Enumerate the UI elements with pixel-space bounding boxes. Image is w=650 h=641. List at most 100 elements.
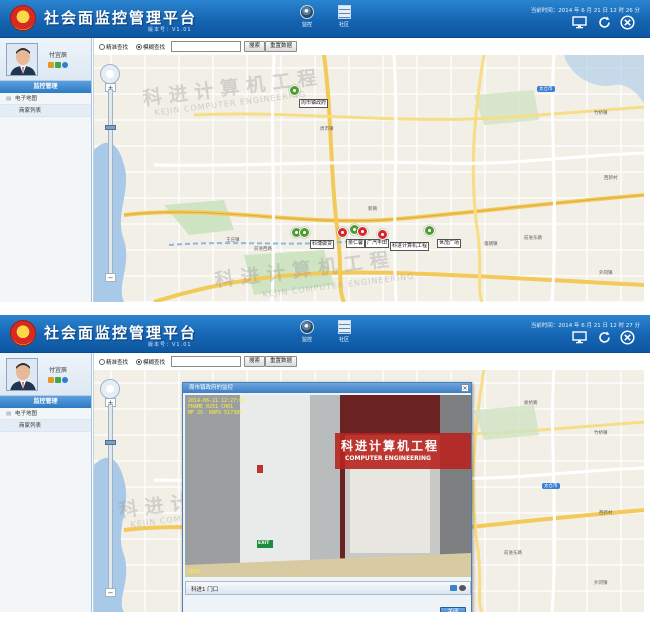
search-button[interactable]: 搜索 — [244, 41, 266, 52]
map-canvas[interactable]: 科进计算机工程 KEJIN COMPUTER ENGINEERING 科进计算机… — [94, 55, 644, 302]
lock-icon[interactable] — [48, 377, 54, 383]
record-icon[interactable] — [459, 585, 466, 591]
bullet-icon: · — [10, 423, 12, 429]
sidebar-item-label: 商家列表 — [19, 423, 42, 429]
reset-data-button[interactable]: 重置数据 — [265, 356, 298, 367]
zoom-slider[interactable] — [108, 89, 113, 274]
radio-button[interactable] — [99, 359, 105, 365]
radio-button[interactable] — [99, 44, 105, 50]
app-title: 社会面监控管理平台 — [44, 9, 198, 27]
main-content: 精准查找 模糊查找 搜索 重置数据 — [93, 38, 644, 302]
zoom-slider-handle[interactable] — [105, 440, 116, 445]
app-title: 社会面监控管理平台 — [44, 324, 198, 342]
dialog-close-icon[interactable]: × — [461, 384, 469, 392]
map-item-icon: ▤ — [6, 411, 12, 417]
zoom-out-button[interactable]: − — [105, 273, 116, 282]
nav-monitor-label: 监控 — [301, 22, 312, 28]
radio-precise-label: 精准查找 — [106, 360, 129, 366]
sidebar-item-map[interactable]: ▤ 电子地图 — [0, 408, 91, 420]
camera-pin[interactable] — [299, 227, 310, 238]
video-stream[interactable]: 2014-06-21 12:27:02 FRAME 0251 CH01 MF 2… — [185, 395, 471, 577]
sidebar-item-merchant-list[interactable]: · 商家列表 — [0, 420, 91, 432]
user-icon[interactable] — [62, 62, 68, 68]
map-canvas[interactable]: 科进计算机工程 KEJIN COMPUTER ENGINEERING 太仓市 板… — [94, 370, 644, 612]
lock-icon[interactable] — [48, 62, 54, 68]
current-time: 当前时间：2014 年 6 月 21 日 12 时 27 分 — [530, 323, 640, 329]
camera-pin-label[interactable]: 科博做货 — [310, 240, 335, 249]
video-sign-cn: 科进计算机工程 — [341, 439, 440, 453]
camera-pin[interactable] — [424, 225, 435, 236]
snapshot-icon[interactable] — [450, 585, 457, 591]
radio-fuzzy[interactable]: 模糊查找 — [136, 358, 165, 366]
nav-monitor-label: 监控 — [301, 337, 312, 343]
user-panel: 付宜辰 — [0, 38, 91, 81]
reset-data-button[interactable]: 重置数据 — [265, 41, 298, 52]
current-time: 当前时间：2014 年 6 月 21 日 12 时 26 分 — [530, 8, 640, 14]
nav-monitor-button[interactable]: 监控 — [293, 5, 321, 35]
close-icon[interactable] — [620, 15, 635, 30]
user-panel: 付宜辰 — [0, 353, 91, 396]
map-label: 前进东路 — [504, 551, 522, 556]
map-label: 王庄镇 — [226, 238, 240, 243]
camera-pin-label[interactable]: 科进计算机工程 — [390, 242, 430, 251]
edit-icon[interactable] — [55, 62, 61, 68]
exit-sign: EXIT — [258, 541, 270, 546]
nav-community-button[interactable]: 社区 — [330, 320, 358, 350]
map-pan-control[interactable] — [100, 379, 120, 399]
search-input[interactable] — [171, 356, 241, 367]
radio-button-selected[interactable] — [136, 44, 142, 50]
radio-button-selected[interactable] — [136, 359, 142, 365]
monitor-screen-icon[interactable] — [572, 330, 587, 345]
refresh-icon[interactable] — [597, 330, 612, 345]
zoom-slider-handle[interactable] — [105, 125, 116, 130]
metro-label: 太仓市 — [537, 86, 555, 92]
bullet-icon: · — [10, 108, 12, 114]
search-button[interactable]: 搜索 — [244, 356, 266, 367]
camera-icon — [300, 320, 314, 334]
zoom-out-button[interactable]: − — [105, 588, 116, 597]
camera-pin[interactable] — [357, 226, 368, 237]
radio-fuzzy[interactable]: 模糊查找 — [136, 43, 165, 51]
map-label: 西新村 — [604, 176, 618, 181]
camera-pin[interactable] — [377, 229, 388, 240]
main-content: 精准查找 模糊查找 搜索 重置数据 — [93, 353, 644, 612]
nav-community-label: 社区 — [338, 337, 349, 343]
nav-community-button[interactable]: 社区 — [330, 5, 358, 35]
video-sign-en: COMPUTER ENGINEERING — [345, 455, 431, 462]
monitor-screen-icon[interactable] — [572, 15, 587, 30]
avatar — [6, 358, 38, 391]
map-label: 竹桥镇 — [594, 431, 608, 436]
camera-pin-label[interactable]: 广汽丰田 — [365, 239, 390, 248]
camera-pin-label[interactable]: 世茂广场 — [437, 239, 462, 248]
close-icon[interactable] — [620, 330, 635, 345]
radio-fuzzy-label: 模糊查找 — [143, 45, 166, 51]
map-label: 前进东路 — [524, 236, 542, 241]
dialog-title-bar[interactable]: 周市镇政府的监控 × — [183, 383, 471, 393]
nav-monitor-button[interactable]: 监控 — [293, 320, 321, 350]
app-header: 社会面监控管理平台 版本号：V1.01 监控 社区 当前时间：2014 年 6 … — [0, 315, 650, 353]
search-input[interactable] — [171, 41, 241, 52]
sidebar-item-merchant-list[interactable]: · 商家列表 — [0, 105, 91, 117]
map-pan-control[interactable] — [100, 64, 120, 84]
video-dialog: 周市镇政府的监控 × 2014-06-21 12:27:02 FRAME 025… — [182, 382, 472, 612]
sidebar-item-map[interactable]: ▤ 电子地图 — [0, 93, 91, 105]
sidebar-header: 监控管理 — [0, 81, 91, 93]
video-osd-text: 2014-06-21 12:27:02 FRAME 0251 CH01 MF 2… — [188, 398, 246, 416]
police-emblem-icon — [10, 320, 36, 346]
radio-precise[interactable]: 精准查找 — [99, 43, 128, 51]
dialog-close-button[interactable]: 关闭 — [440, 607, 466, 612]
video-frame — [185, 395, 471, 577]
camera-pin[interactable] — [289, 85, 300, 96]
radio-precise[interactable]: 精准查找 — [99, 358, 128, 366]
camera-pin-label[interactable]: 亲仁馨 — [346, 239, 366, 248]
user-actions — [48, 377, 69, 384]
refresh-icon[interactable] — [597, 15, 612, 30]
sidebar-item-label: 商家列表 — [19, 108, 42, 114]
camera-pin-label[interactable]: 周市镇政府 — [299, 99, 329, 108]
camera-pin[interactable] — [337, 227, 348, 238]
map-label: 外冈镇 — [599, 271, 613, 276]
camera-name: 科进1 门口 — [191, 587, 219, 593]
zoom-slider[interactable] — [108, 404, 113, 589]
user-icon[interactable] — [62, 377, 68, 383]
edit-icon[interactable] — [55, 377, 61, 383]
